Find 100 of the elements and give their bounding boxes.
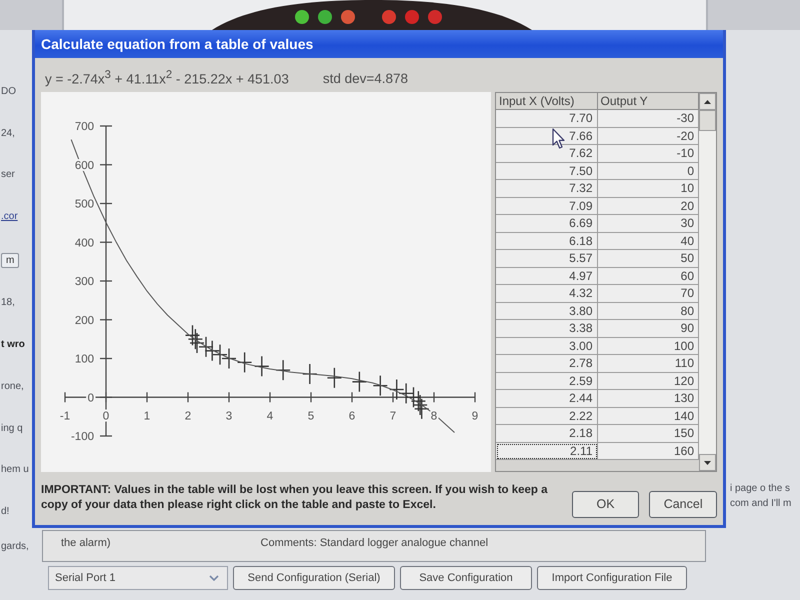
data-point	[410, 390, 426, 412]
x-tick-label: 7	[390, 410, 396, 422]
data-point	[212, 344, 228, 366]
data-point	[254, 356, 270, 377]
y-tick-label: 400	[74, 237, 94, 250]
data-point	[189, 332, 205, 354]
comment-text: the alarm)	[61, 537, 111, 549]
text-fragment: hem u	[1, 464, 29, 476]
table-cell[interactable]: 2.44	[496, 390, 598, 408]
column-header[interactable]: Input X (Volts)	[496, 93, 598, 110]
table-cell[interactable]: 140	[598, 408, 699, 425]
partial-button[interactable]: m	[1, 252, 20, 268]
table-cell[interactable]: 7.09	[496, 198, 598, 215]
table-cell[interactable]: 4.32	[496, 285, 598, 302]
table-cell[interactable]: 60	[598, 268, 699, 285]
data-point	[275, 359, 291, 381]
table-cell[interactable]: 7.70	[496, 110, 598, 128]
text-fragment: DO	[1, 86, 16, 98]
table-cell[interactable]: 90	[598, 320, 699, 338]
y-tick-label: 100	[74, 354, 94, 366]
table-cell[interactable]: -30	[598, 110, 699, 128]
data-point	[236, 352, 252, 374]
link-fragment[interactable]: .cor	[1, 211, 18, 224]
cancel-button[interactable]: Cancel	[649, 490, 717, 518]
table-cell[interactable]: 110	[598, 355, 699, 372]
window-title: Calculate equation from a table of values	[41, 36, 314, 52]
data-point	[188, 328, 204, 350]
table-cell[interactable]: 6.18	[496, 232, 598, 250]
table-cell[interactable]: 10	[598, 180, 699, 198]
ok-button[interactable]: OK	[572, 490, 640, 518]
data-point	[302, 363, 318, 385]
save-configuration-button[interactable]: Save Configuration	[400, 566, 532, 590]
table-cell[interactable]: 80	[598, 302, 699, 320]
port-dropdown[interactable]: Serial Port 1	[48, 566, 228, 590]
std-dev-text: std dev=4.878	[322, 70, 408, 86]
table-cell[interactable]: 130	[598, 390, 699, 408]
scrollbar-thumb[interactable]	[699, 110, 716, 131]
table-cell[interactable]: 30	[598, 215, 699, 232]
table-cell[interactable]: 6.69	[496, 215, 598, 232]
table-cell[interactable]: 5.57	[496, 250, 598, 268]
data-point	[198, 336, 214, 358]
table-cell[interactable]: 20	[598, 198, 699, 215]
column-header[interactable]: Output Y	[598, 93, 699, 110]
table-cell[interactable]: 7.50	[496, 162, 598, 180]
text-fragment: i page o the s	[730, 483, 792, 495]
x-tick-label: 6	[348, 410, 356, 422]
data-table[interactable]: Input X (Volts) Output Y 7.70 -30 7.66 -20 7.62 -10 7.50 0 7.32 10 7.09 20 6.69 30 6.18 40 5.57 50 4.97 60 4.32 70 3.80 80 3.38 90 3.00 100 2.78 110 2.59 120 2.44 130 2.22 140 2.18 150 2.11 160	[495, 92, 717, 472]
data-point	[414, 398, 430, 420]
import-configuration-button[interactable]: Import Configuration File	[537, 566, 687, 590]
table-cell[interactable]: 3.80	[496, 302, 598, 320]
table-cell[interactable]: 2.59	[496, 372, 598, 390]
data-point	[406, 386, 422, 408]
data-point	[372, 374, 388, 396]
data-point	[326, 367, 342, 389]
text-fragment: 18,	[1, 297, 15, 310]
text-fragment: t wro	[1, 339, 25, 352]
text-fragment: ing q	[1, 422, 23, 434]
scroll-up-button[interactable]	[699, 93, 716, 110]
x-tick-label: 2	[184, 410, 192, 422]
x-tick-label: 3	[226, 410, 232, 422]
chevron-down-icon	[209, 575, 219, 581]
data-point	[412, 394, 428, 416]
x-tick-label: 5	[308, 410, 314, 422]
y-tick-label: 300	[74, 276, 94, 288]
data-point	[184, 324, 200, 346]
data-point	[398, 382, 414, 404]
comments-label: Comments: Standard logger analogue channel	[260, 537, 488, 549]
text-fragment: rone,	[1, 380, 24, 393]
y-tick-label: 500	[74, 198, 94, 210]
table-cell[interactable]: 2.78	[496, 355, 598, 372]
text-fragment: com and I'll m	[730, 498, 792, 510]
send-configuration-button[interactable]: Send Configuration (Serial)	[233, 566, 395, 590]
table-cell[interactable]: 7.32	[496, 180, 598, 198]
data-point	[204, 340, 220, 362]
y-tick-label: 200	[74, 314, 94, 327]
table-cell[interactable]: 4.97	[496, 268, 598, 285]
table-cell[interactable]: 2.22	[496, 408, 598, 425]
x-tick-label: 9	[472, 410, 478, 422]
mouse-pointer-icon	[552, 128, 565, 149]
text-fragment: gards,	[1, 541, 29, 552]
table-cell[interactable]: 120	[598, 372, 699, 390]
table-cell[interactable]: 50	[598, 250, 699, 268]
x-tick-label: 1	[144, 410, 150, 422]
table-cell[interactable]: 70	[598, 285, 699, 302]
table-cell[interactable]: 150	[598, 425, 699, 442]
table-cell[interactable]: 0	[598, 162, 699, 180]
table-cell[interactable]: 7.62	[496, 145, 598, 162]
warning-text: IMPORTANT: Values in the table will be lost when you leave this screen. If you wish to keep a copy of your data then please right click on the table and paste to Excel.	[41, 483, 549, 513]
table-cell[interactable]: 160	[598, 442, 699, 460]
table-cell[interactable]: 2.11	[496, 442, 598, 460]
table-cell[interactable]: 40	[598, 232, 699, 250]
table-cell[interactable]: -20	[598, 128, 699, 145]
text-fragment: ser	[1, 169, 15, 182]
table-cell[interactable]: 2.18	[496, 425, 598, 442]
scroll-down-button[interactable]	[699, 454, 716, 471]
table-cell[interactable]: -10	[598, 145, 699, 162]
table-cell[interactable]: 100	[598, 338, 699, 355]
table-cell[interactable]: 3.38	[496, 320, 598, 338]
table-cell[interactable]: 3.00	[496, 338, 598, 355]
y-tick-label: 700	[74, 121, 94, 133]
